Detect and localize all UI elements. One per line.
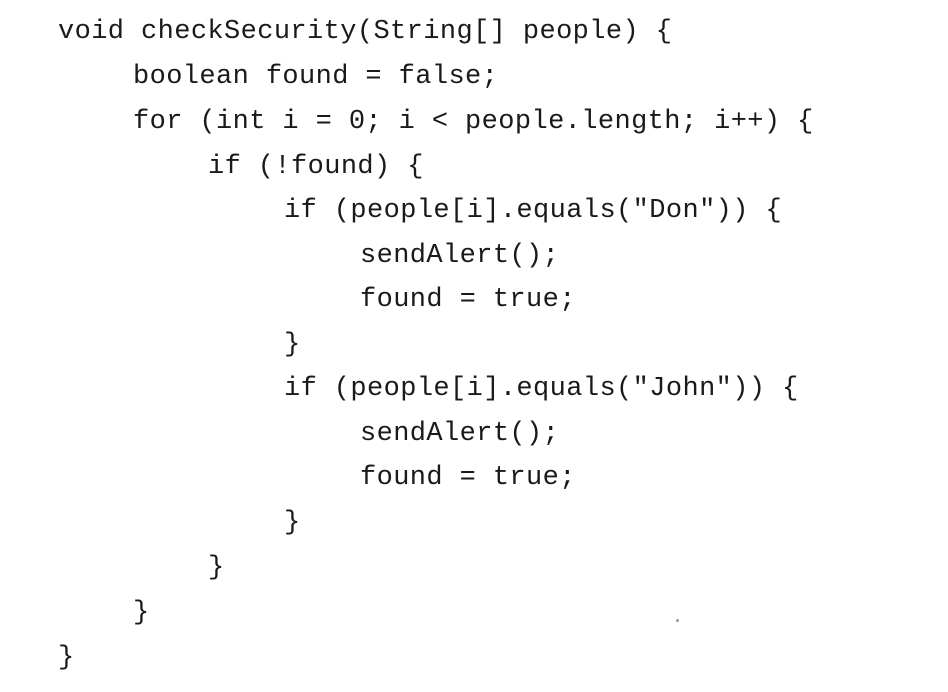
code-line-found-true-1: found = true; <box>360 285 576 315</box>
code-line-send-alert-1: sendAlert(); <box>360 241 560 271</box>
code-line-found-true-2: found = true; <box>360 463 576 493</box>
code-line-found-declaration: boolean found = false; <box>133 62 499 92</box>
code-line-close-if-not-found: } <box>208 553 225 583</box>
code-listing: void checkSecurity(String[] people) { bo… <box>0 0 948 692</box>
code-line-if-don: if (people[i].equals("Don")) { <box>284 196 783 226</box>
code-line-send-alert-2: sendAlert(); <box>360 419 560 449</box>
code-line-if-not-found: if (!found) { <box>208 152 424 182</box>
code-line-for-loop: for (int i = 0; i < people.length; i++) … <box>133 107 814 137</box>
code-line-close-if-don: } <box>284 330 301 360</box>
code-line-close-method: } <box>58 643 75 673</box>
code-line-close-for: } <box>133 598 150 628</box>
code-line-close-if-john: } <box>284 508 301 538</box>
code-line-method-signature: void checkSecurity(String[] people) { <box>58 17 673 47</box>
scan-artifact-dot <box>676 619 679 622</box>
code-line-if-john: if (people[i].equals("John")) { <box>284 374 799 404</box>
